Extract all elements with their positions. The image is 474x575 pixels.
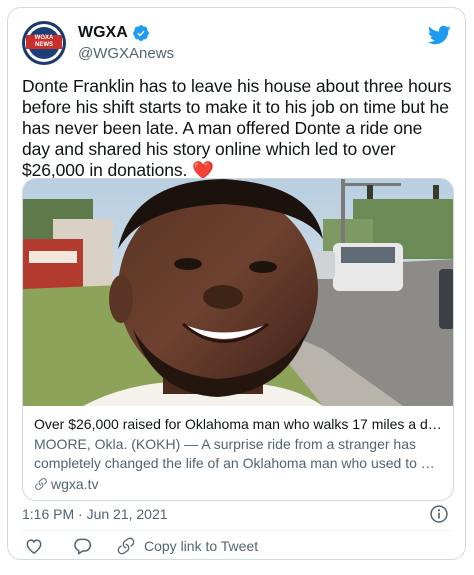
author-name-row[interactable]: WGXA [78, 24, 150, 42]
link-description-line-2: completely changed the life of an Oklaho… [34, 455, 443, 471]
link-title[interactable]: Over $26,000 raised for Oklahoma man who… [34, 415, 443, 433]
tweet-text: Donte Franklin has to leave his house ab… [22, 76, 454, 181]
copy-link-button[interactable]: Copy link to Tweet [116, 536, 258, 556]
author-handle[interactable]: @WGXAnews [78, 45, 174, 62]
reply-icon[interactable] [72, 536, 92, 556]
tweet-body: Donte Franklin has to leave his house ab… [22, 76, 452, 180]
twitter-bird-icon[interactable] [427, 23, 451, 47]
copy-link-icon [117, 537, 135, 555]
author-display-name[interactable]: WGXA [78, 24, 128, 42]
article-photo[interactable] [23, 179, 454, 406]
avatar[interactable]: WGXA NEWS [22, 21, 66, 65]
divider [22, 530, 451, 531]
info-icon[interactable] [429, 504, 449, 524]
verified-badge-icon [132, 25, 149, 41]
link-description: MOORE, Okla. (KOKH) — A surprise ride fr… [34, 435, 443, 473]
tweet-timestamp[interactable]: 1:16 PM · Jun 21, 2021 [22, 506, 168, 522]
link-domain[interactable]: wgxa.tv [34, 475, 443, 493]
heart-icon[interactable] [24, 536, 44, 556]
avatar-text: WGXA NEWS [26, 35, 62, 49]
tweet-card: WGXA NEWS WGXA @WGXAnews Donte Franklin … [7, 7, 466, 560]
link-icon [35, 478, 47, 490]
link-description-line-1: MOORE, Okla. (KOKH) — A surprise ride fr… [34, 436, 416, 452]
link-preview-card[interactable]: Over $26,000 raised for Oklahoma man who… [22, 178, 454, 501]
link-domain-text[interactable]: wgxa.tv [51, 475, 98, 493]
copy-link-label: Copy link to Tweet [144, 538, 259, 554]
tweet-header: WGXA NEWS WGXA @WGXAnews [22, 21, 451, 65]
heart-emoji: ❤️ [192, 160, 214, 180]
link-preview-text[interactable]: Over $26,000 raised for Oklahoma man who… [34, 415, 443, 493]
